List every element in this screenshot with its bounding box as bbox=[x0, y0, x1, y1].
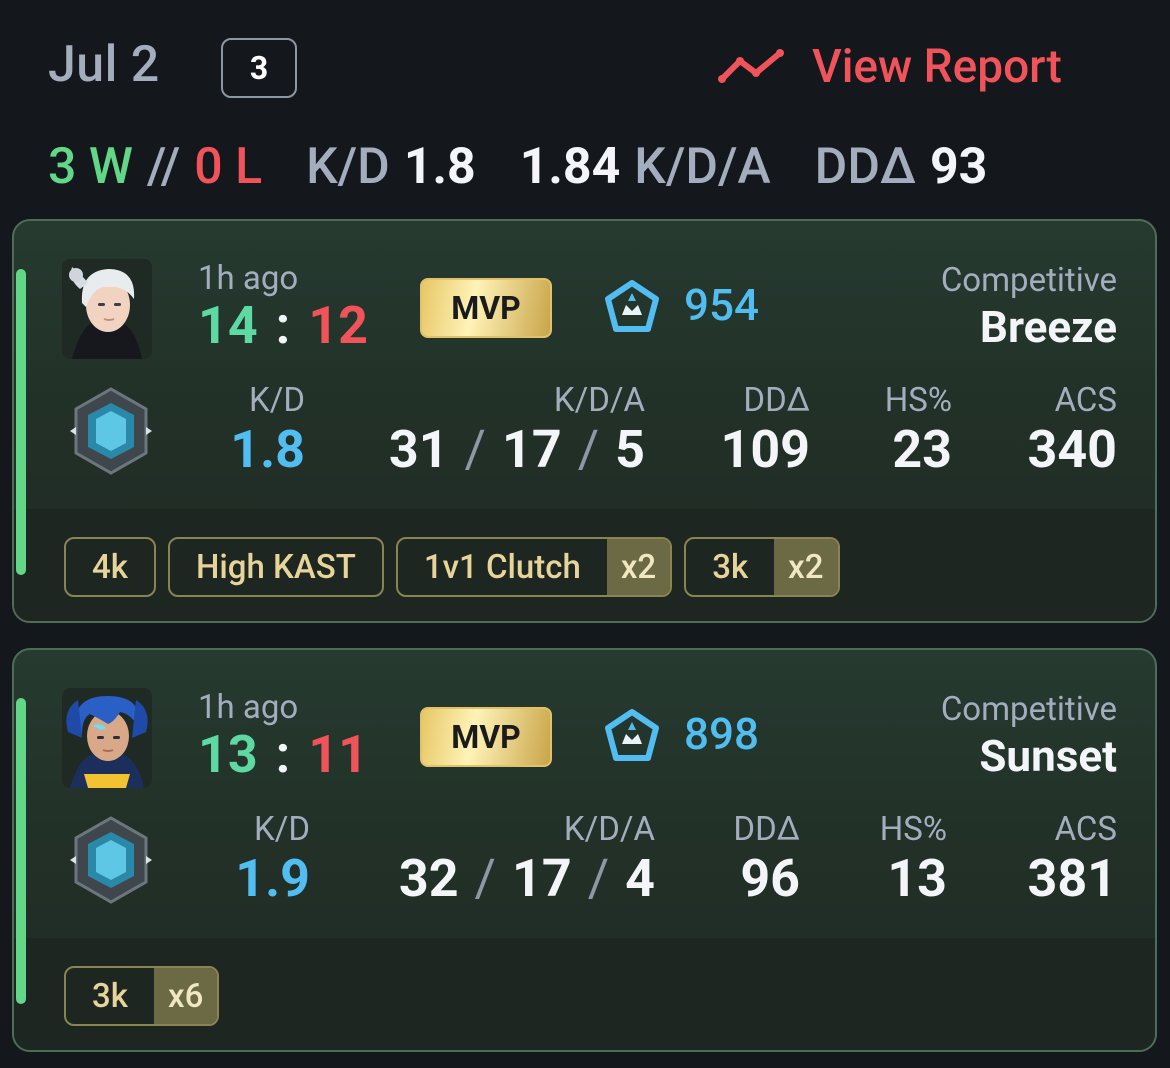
score-colon: : bbox=[275, 295, 291, 356]
kd-label: K/D bbox=[249, 381, 305, 420]
summary-separator: // bbox=[146, 138, 181, 196]
kd-value: 1.9 bbox=[235, 848, 310, 909]
score-lost: 12 bbox=[308, 295, 368, 356]
radiant-rank-icon bbox=[605, 280, 659, 332]
rank-rating: 954 bbox=[684, 279, 760, 331]
acs-label: ACS bbox=[1054, 810, 1117, 849]
hs-value: 13 bbox=[887, 848, 947, 909]
platinum-rank-badge-icon bbox=[70, 816, 152, 904]
rank-rating: 898 bbox=[684, 708, 760, 760]
match-score: 13:11 bbox=[198, 724, 368, 785]
kills-value: 32 bbox=[398, 848, 459, 909]
map-name: Breeze bbox=[979, 301, 1117, 353]
assists-value: 4 bbox=[625, 848, 655, 909]
match-card[interactable]: 1h ago 13:11 MVP 898 Competitive Sunset … bbox=[12, 648, 1157, 1052]
tag-multiplier: x2 bbox=[774, 539, 838, 595]
score-won: 14 bbox=[198, 295, 258, 356]
game-mode: Competitive bbox=[940, 690, 1117, 729]
day-header: Jul 2 3 View Report bbox=[0, 0, 1170, 130]
kda-label: K/D/A bbox=[563, 810, 655, 849]
match-time-ago: 1h ago bbox=[198, 259, 299, 298]
match-time-ago: 1h ago bbox=[198, 688, 299, 727]
win-indicator bbox=[16, 269, 26, 575]
day-summary: 3 W // 0 L K/D 1.8 1.84 K/D/A DDΔ 93 bbox=[48, 134, 987, 200]
score-won: 13 bbox=[198, 724, 258, 785]
kd-value: 1.8 bbox=[230, 419, 305, 480]
neon-agent-icon bbox=[62, 688, 152, 788]
tag-multiplier: x6 bbox=[153, 968, 218, 1024]
dda-value: 109 bbox=[720, 419, 810, 480]
match-score: 14:12 bbox=[198, 295, 368, 356]
kda-value: 32/17/4 bbox=[398, 848, 655, 909]
summary-dda-value: 93 bbox=[929, 138, 988, 196]
tag-multiplier: x2 bbox=[606, 539, 671, 595]
deaths-value: 17 bbox=[502, 419, 562, 480]
kda-value: 31/17/5 bbox=[388, 419, 645, 480]
win-indicator bbox=[16, 698, 26, 1004]
score-colon: : bbox=[275, 724, 291, 785]
match-card[interactable]: 1h ago 14:12 MVP 954 Competitive Breeze … bbox=[12, 219, 1157, 623]
dda-value: 96 bbox=[740, 848, 800, 909]
achievement-tag: 4k bbox=[64, 537, 156, 597]
assists-value: 5 bbox=[615, 419, 645, 480]
map-name: Sunset bbox=[979, 730, 1117, 782]
achievement-tags: 3k x6 bbox=[64, 966, 220, 1026]
hs-label: HS% bbox=[879, 810, 947, 849]
achievement-tag: High KAST bbox=[167, 537, 384, 597]
jett-agent-icon bbox=[62, 259, 152, 359]
kd-label: K/D bbox=[254, 810, 310, 849]
acs-value: 381 bbox=[1027, 848, 1117, 909]
view-report-label: View Report bbox=[812, 40, 1062, 94]
view-report-button[interactable]: View Report bbox=[716, 34, 1062, 100]
acs-label: ACS bbox=[1054, 381, 1117, 420]
wins-count: 3 W bbox=[48, 138, 133, 196]
hs-value: 23 bbox=[892, 419, 952, 480]
game-mode: Competitive bbox=[940, 261, 1117, 300]
acs-value: 340 bbox=[1027, 419, 1117, 480]
losses-count: 0 L bbox=[194, 138, 263, 196]
kda-label: K/D/A bbox=[553, 381, 645, 420]
summary-kda-label: K/D/A bbox=[634, 138, 771, 196]
mvp-badge: MVP bbox=[420, 278, 552, 338]
summary-kd-value: 1.8 bbox=[403, 138, 476, 196]
date-label: Jul 2 bbox=[48, 36, 160, 94]
dda-label: DDΔ bbox=[743, 381, 810, 420]
summary-kd-label: K/D bbox=[306, 138, 390, 196]
achievement-tag: 3k x2 bbox=[684, 537, 840, 597]
score-lost: 11 bbox=[308, 724, 368, 785]
mvp-badge: MVP bbox=[420, 707, 552, 767]
deaths-value: 17 bbox=[512, 848, 572, 909]
trend-line-icon bbox=[718, 49, 784, 83]
achievement-tag: 3k x6 bbox=[64, 966, 220, 1026]
summary-kda-value: 1.84 bbox=[519, 138, 621, 196]
achievement-tags: 4k High KAST 1v1 Clutch x2 3k x2 bbox=[64, 537, 840, 597]
kills-value: 31 bbox=[388, 419, 449, 480]
platinum-rank-badge-icon bbox=[70, 387, 152, 475]
hs-label: HS% bbox=[884, 381, 952, 420]
achievement-tag: 1v1 Clutch x2 bbox=[395, 537, 673, 597]
dda-label: DDΔ bbox=[733, 810, 800, 849]
match-count-badge: 3 bbox=[221, 38, 297, 98]
summary-dda-label: DDΔ bbox=[814, 138, 916, 196]
radiant-rank-icon bbox=[605, 709, 659, 761]
